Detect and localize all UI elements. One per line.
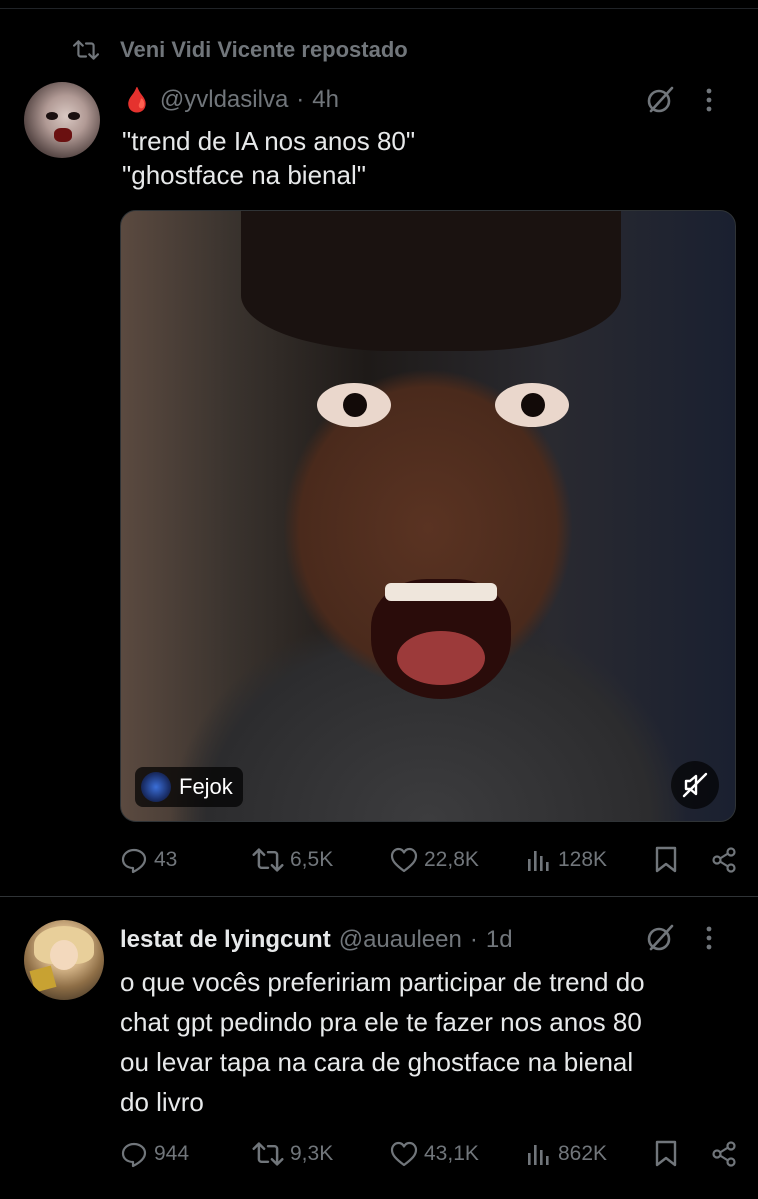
bookmark-action[interactable] — [654, 1140, 710, 1168]
avatar-eye-left — [46, 112, 58, 120]
video-source-chip[interactable]: Fejok — [135, 767, 243, 807]
tweet1-video[interactable]: Fejok — [120, 210, 736, 822]
like-action[interactable]: 22,8K — [390, 847, 526, 873]
tweet2-line: chat gpt pedindo pra ele te fazer nos an… — [120, 1007, 642, 1037]
avatar-eye-right — [68, 112, 80, 120]
tweet2-line: o que vocês prefeririam participar de tr… — [120, 967, 645, 997]
repost-count: 9,3K — [290, 1142, 334, 1165]
repost-header[interactable]: Veni Vidi Vicente repostado — [64, 34, 408, 66]
avatar-mouth — [54, 128, 72, 142]
share-action[interactable] — [710, 1140, 738, 1168]
avatar-face — [50, 940, 78, 970]
tweet1-dot: · — [296, 86, 305, 113]
tweet2-dot: · — [469, 926, 478, 953]
grok-icon[interactable] — [644, 922, 676, 954]
like-count: 22,8K — [424, 848, 479, 871]
video-figure-eye-right — [495, 383, 569, 427]
blood-drop-emoji: 🩸 — [122, 86, 152, 114]
tweet2-display-name[interactable]: lestat de lyingcunt — [120, 926, 331, 954]
avatar-yvldasilva[interactable] — [24, 82, 100, 158]
reply-action[interactable]: 944 — [120, 1140, 252, 1168]
video-figure-teeth — [385, 583, 497, 601]
tweet1-line: "trend de IA nos anos 80" — [122, 126, 416, 156]
tweet2-actions: 944 9,3K 43,1K 862K — [120, 1138, 740, 1170]
views-action[interactable]: 862K — [526, 1141, 654, 1167]
repost-icon — [252, 1141, 284, 1167]
views-icon — [526, 847, 552, 873]
repost-count: 6,5K — [290, 848, 334, 871]
tweet1-text: "trend de IA nos anos 80" "ghostface na … — [122, 124, 415, 192]
reply-icon — [120, 846, 148, 874]
bookmark-icon — [654, 1140, 678, 1168]
grok-icon[interactable] — [644, 84, 676, 116]
video-figure-eye-left — [317, 383, 391, 427]
heart-icon — [390, 847, 418, 873]
video-figure-hair — [241, 211, 621, 351]
avatar-auauleen[interactable] — [24, 920, 104, 1000]
tweet2-text: o que vocês prefeririam participar de tr… — [120, 962, 740, 1122]
reply-action[interactable]: 43 — [120, 846, 252, 874]
top-divider — [0, 8, 758, 9]
heart-icon — [390, 1141, 418, 1167]
more-icon[interactable] — [706, 926, 712, 950]
tweet1-header-actions — [644, 84, 712, 116]
repost-icon — [64, 39, 108, 61]
video-figure-tongue — [397, 631, 485, 685]
muted-speaker-icon[interactable] — [671, 761, 719, 809]
tweet1-header: 🩸 @yvldasilva · 4h — [122, 84, 339, 116]
views-count: 128K — [558, 848, 608, 871]
share-icon — [710, 1140, 738, 1168]
tweet2-line: do livro — [120, 1087, 204, 1117]
reply-count: 944 — [154, 1142, 190, 1165]
like-action[interactable]: 43,1K — [390, 1141, 526, 1167]
views-count: 862K — [558, 1142, 608, 1165]
tweet2-handle[interactable]: @auauleen — [339, 926, 462, 954]
source-name: Fejok — [179, 774, 233, 799]
reply-count: 43 — [154, 848, 178, 871]
bookmark-action[interactable] — [654, 846, 710, 874]
repost-icon — [252, 847, 284, 873]
views-action[interactable]: 128K — [526, 847, 654, 873]
tweet2-header: lestat de lyingcunt @auauleen · 1d — [120, 922, 513, 958]
repost-action[interactable]: 9,3K — [252, 1141, 390, 1167]
tweet2-time[interactable]: 1d — [486, 926, 513, 954]
bookmark-icon — [654, 846, 678, 874]
reply-icon — [120, 1140, 148, 1168]
tweet1-handle[interactable]: @yvldasilva — [160, 86, 288, 114]
avatar-held-object — [29, 965, 57, 993]
share-icon — [710, 846, 738, 874]
like-count: 43,1K — [424, 1142, 479, 1165]
share-action[interactable] — [710, 846, 738, 874]
source-avatar — [141, 772, 171, 802]
more-icon[interactable] — [706, 88, 712, 112]
tweet1-line: "ghostface na bienal" — [122, 160, 366, 190]
repost-label: Veni Vidi Vicente repostado — [120, 37, 408, 62]
tweet2-line: ou levar tapa na cara de ghostface na bi… — [120, 1047, 634, 1077]
repost-action[interactable]: 6,5K — [252, 847, 390, 873]
views-icon — [526, 1141, 552, 1167]
tweet1-actions: 43 6,5K 22,8K 128K — [120, 844, 740, 876]
tweet2-header-actions — [644, 922, 712, 954]
tweet1-time[interactable]: 4h — [312, 86, 339, 114]
tweet-divider — [0, 896, 758, 897]
